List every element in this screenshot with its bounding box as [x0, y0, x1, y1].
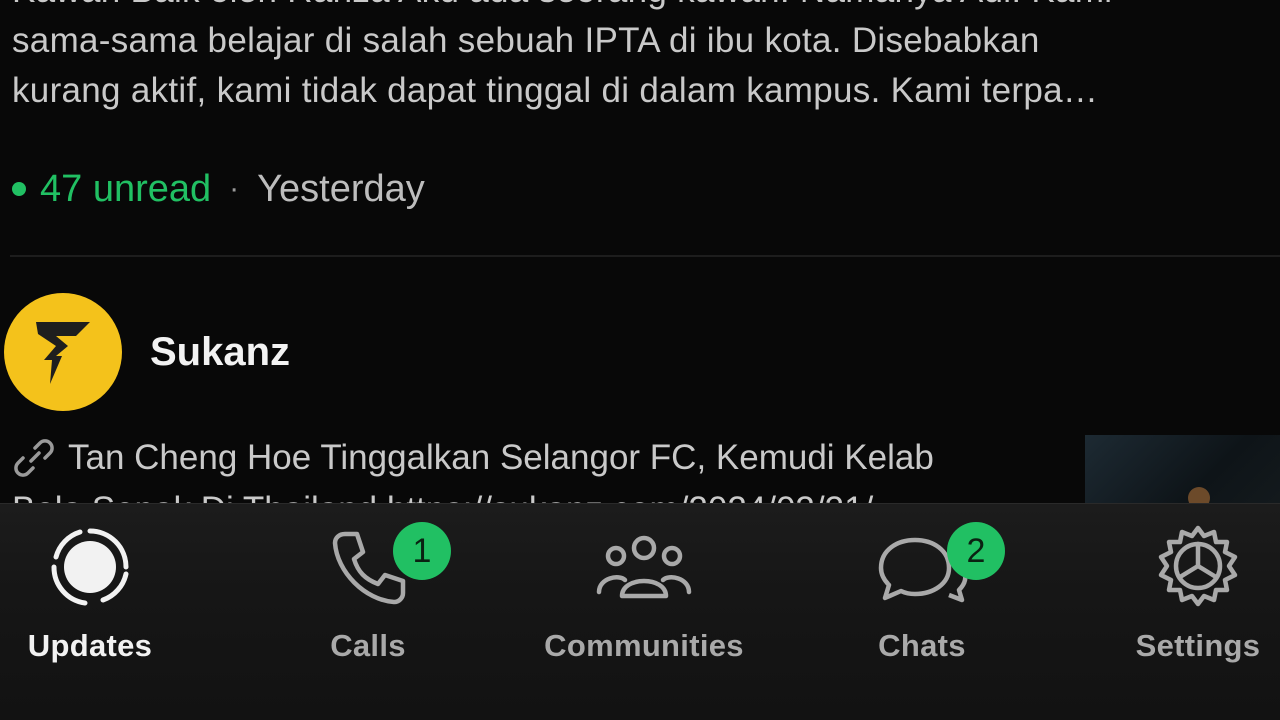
- tab-label: Communities: [544, 628, 744, 663]
- link-title: Tan Cheng Hoe Tinggalkan Selangor FC, Ke…: [68, 438, 934, 477]
- unread-count: 47 unread: [40, 167, 212, 210]
- updates-feed[interactable]: Kawan Baik oleh Ranza Aku ada seorang ka…: [0, 0, 1280, 505]
- tab-chats[interactable]: 2 Chats: [812, 522, 1032, 672]
- chats-icon: 2: [877, 522, 1005, 612]
- meta-separator: ·: [229, 172, 240, 205]
- preview-line: kurang aktif, kami tidak dapat tinggal d…: [12, 71, 1099, 110]
- phone-icon: 1: [323, 522, 451, 612]
- message-meta: 47 unread · Yesterday: [12, 166, 425, 212]
- tab-settings[interactable]: Settings: [1088, 522, 1280, 672]
- tab-label: Chats: [878, 628, 966, 663]
- tab-label: Settings: [1135, 628, 1261, 663]
- channel-header[interactable]: Sukanz: [4, 293, 290, 411]
- channel-link-preview[interactable]: Tan Cheng Hoe Tinggalkan Selangor FC, Ke…: [12, 436, 1072, 480]
- preview-line: sama-sama belajar di salah sebuah IPTA d…: [12, 21, 1040, 60]
- message-time: Yesterday: [257, 167, 425, 210]
- tab-calls[interactable]: 1 Calls: [258, 522, 478, 672]
- divider: [10, 255, 1280, 257]
- tab-communities[interactable]: Communities: [534, 522, 754, 672]
- channel-name[interactable]: Sukanz: [150, 330, 290, 375]
- bottom-tab-bar: Updates 1 Calls Communities 2 Chats Sett…: [0, 503, 1280, 720]
- tab-label: Updates: [27, 628, 153, 663]
- tab-label: Calls: [330, 628, 406, 663]
- chats-badge: 2: [947, 522, 1005, 580]
- gear-icon: [1153, 522, 1243, 612]
- tab-updates[interactable]: Updates: [0, 522, 200, 672]
- communities-icon: [596, 522, 692, 612]
- channel-avatar[interactable]: [4, 293, 122, 411]
- unread-dot-icon: [12, 182, 26, 196]
- updates-icon: [45, 522, 135, 612]
- link-thumbnail[interactable]: [1085, 435, 1280, 505]
- link-icon: [14, 439, 54, 477]
- calls-badge: 1: [393, 522, 451, 580]
- channel-message-preview[interactable]: Kawan Baik oleh Ranza Aku ada seorang ka…: [12, 0, 1262, 116]
- sukanz-logo-icon: [36, 322, 90, 384]
- preview-line: Kawan Baik oleh Ranza Aku ada seorang ka…: [12, 0, 1262, 16]
